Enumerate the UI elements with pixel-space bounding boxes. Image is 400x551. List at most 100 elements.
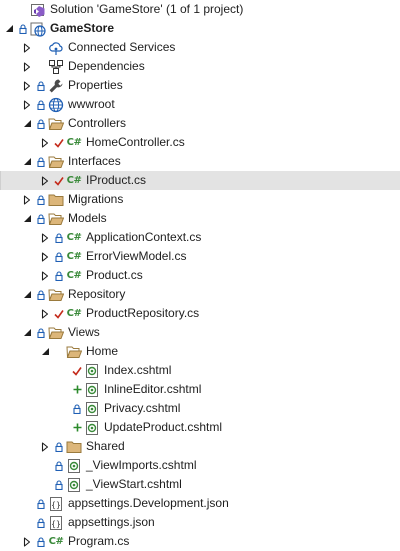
expand-chevron-icon[interactable]	[22, 80, 32, 92]
svg-text:{}: {}	[51, 500, 61, 509]
properties-wrench-icon	[48, 78, 64, 94]
index-cshtml-file[interactable]: Index.cshtml	[0, 361, 400, 380]
checked-in-lock-icon	[18, 23, 28, 35]
controllers-folder[interactable]: Controllers	[0, 114, 400, 133]
expand-chevron-icon[interactable]	[22, 42, 32, 54]
expander-placeholder	[58, 403, 68, 415]
update-product-cshtml-file[interactable]: UpdateProduct.cshtml	[0, 418, 400, 437]
dependencies-node[interactable]: Dependencies	[0, 57, 400, 76]
view-start-file[interactable]: _ViewStart.cshtml	[0, 475, 400, 494]
collapse-chevron-icon[interactable]	[22, 327, 32, 339]
expander-placeholder	[58, 422, 68, 434]
iproduct-file[interactable]: C# IProduct.cs	[0, 171, 400, 190]
appsettings-development-file[interactable]: {} appsettings.Development.json	[0, 494, 400, 513]
checked-out-check-icon	[54, 308, 64, 320]
node-label: Properties	[68, 78, 123, 92]
checked-in-lock-icon	[54, 460, 64, 472]
expand-chevron-icon[interactable]	[22, 194, 32, 206]
razor-file-icon	[84, 382, 100, 398]
folder-icon	[66, 439, 82, 455]
home-views-folder[interactable]: Home	[0, 342, 400, 361]
node-label: HomeController.cs	[86, 135, 185, 149]
models-folder[interactable]: Models	[0, 209, 400, 228]
status-placeholder	[54, 346, 64, 358]
collapse-chevron-icon[interactable]	[4, 23, 14, 35]
repository-folder[interactable]: Repository	[0, 285, 400, 304]
solution-icon	[30, 2, 46, 18]
home-controller-file[interactable]: C# HomeController.cs	[0, 133, 400, 152]
node-label: Shared	[86, 439, 125, 453]
node-label: _ViewImports.cshtml	[86, 458, 197, 472]
connected-services-node[interactable]: Connected Services	[0, 38, 400, 57]
shared-views-folder[interactable]: Shared	[0, 437, 400, 456]
expander-placeholder	[4, 4, 14, 16]
expander-placeholder	[58, 384, 68, 396]
expand-chevron-icon[interactable]	[40, 308, 50, 320]
pending-add-plus-icon	[72, 384, 82, 396]
folder-open-icon	[66, 344, 82, 360]
product-file[interactable]: C# Product.cs	[0, 266, 400, 285]
expand-chevron-icon[interactable]	[40, 251, 50, 263]
folder-open-icon	[48, 325, 64, 341]
razor-file-icon	[66, 477, 82, 493]
node-label: Dependencies	[68, 59, 145, 73]
expander-placeholder	[22, 517, 32, 529]
expander-placeholder	[58, 365, 68, 377]
expand-chevron-icon[interactable]	[40, 137, 50, 149]
folder-icon	[48, 192, 64, 208]
pending-add-plus-icon	[72, 422, 82, 434]
properties-node[interactable]: Properties	[0, 76, 400, 95]
web-project-icon	[30, 21, 46, 37]
interfaces-folder[interactable]: Interfaces	[0, 152, 400, 171]
checked-in-lock-icon	[36, 118, 46, 130]
collapse-chevron-icon[interactable]	[40, 346, 50, 358]
views-folder[interactable]: Views	[0, 323, 400, 342]
node-label: ErrorViewModel.cs	[86, 249, 187, 263]
node-label: wwwroot	[68, 97, 115, 111]
program-file[interactable]: C# Program.cs	[0, 532, 400, 551]
dependencies-icon	[48, 59, 64, 75]
json-file-icon: {}	[48, 515, 64, 531]
expand-chevron-icon[interactable]	[40, 270, 50, 282]
csharp-file-icon: C#	[66, 175, 82, 186]
inline-editor-cshtml-file[interactable]: InlineEditor.cshtml	[0, 380, 400, 399]
csharp-file-icon: C#	[66, 137, 82, 148]
expander-placeholder	[22, 498, 32, 510]
view-imports-file[interactable]: _ViewImports.cshtml	[0, 456, 400, 475]
expand-chevron-icon[interactable]	[40, 441, 50, 453]
wwwroot-node[interactable]: wwwroot	[0, 95, 400, 114]
checked-out-check-icon	[54, 175, 64, 187]
razor-file-icon	[84, 420, 100, 436]
collapse-chevron-icon[interactable]	[22, 289, 32, 301]
appsettings-file[interactable]: {} appsettings.json	[0, 513, 400, 532]
node-label: ProductRepository.cs	[86, 306, 200, 320]
expand-chevron-icon[interactable]	[40, 232, 50, 244]
checked-in-lock-icon	[36, 289, 46, 301]
expand-chevron-icon[interactable]	[22, 61, 32, 73]
project-node[interactable]: GameStore	[0, 19, 400, 38]
folder-open-icon	[48, 287, 64, 303]
solution-node[interactable]: Solution 'GameStore' (1 of 1 project)	[0, 0, 400, 19]
collapse-chevron-icon[interactable]	[22, 118, 32, 130]
checked-in-lock-icon	[54, 270, 64, 282]
checked-in-lock-icon	[36, 80, 46, 92]
collapse-chevron-icon[interactable]	[22, 156, 32, 168]
migrations-folder[interactable]: Migrations	[0, 190, 400, 209]
node-label: _ViewStart.cshtml	[86, 477, 182, 491]
checked-in-lock-icon	[36, 536, 46, 548]
node-label: Models	[68, 211, 107, 225]
expand-chevron-icon[interactable]	[22, 536, 32, 548]
error-view-model-file[interactable]: C# ErrorViewModel.cs	[0, 247, 400, 266]
privacy-cshtml-file[interactable]: Privacy.cshtml	[0, 399, 400, 418]
expander-placeholder	[40, 479, 50, 491]
application-context-file[interactable]: C# ApplicationContext.cs	[0, 228, 400, 247]
csharp-file-icon: C#	[66, 251, 82, 262]
collapse-chevron-icon[interactable]	[22, 213, 32, 225]
expand-chevron-icon[interactable]	[40, 175, 50, 187]
node-label: Product.cs	[86, 268, 143, 282]
product-repository-file[interactable]: C# ProductRepository.cs	[0, 304, 400, 323]
expand-chevron-icon[interactable]	[22, 99, 32, 111]
node-label: Solution 'GameStore' (1 of 1 project)	[50, 2, 244, 16]
node-label: appsettings.json	[68, 515, 155, 529]
node-label: Controllers	[68, 116, 127, 130]
